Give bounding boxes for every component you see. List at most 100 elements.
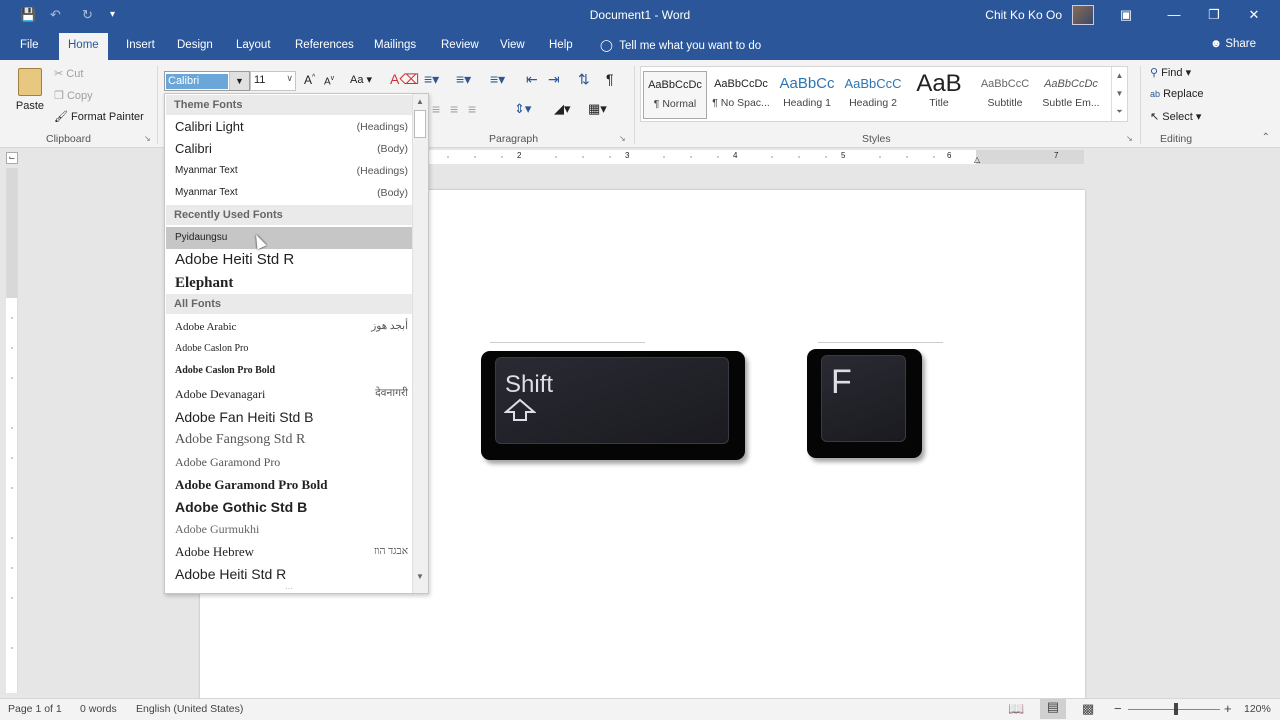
font-option-adobe-devanagari[interactable]: Adobe Devanagari देवनागरी xyxy=(166,383,412,405)
tab-selector-icon[interactable]: ⌙ xyxy=(6,152,18,164)
print-layout-icon[interactable]: ▤ xyxy=(1040,699,1066,719)
paste-button[interactable]: Paste xyxy=(14,66,46,126)
font-size-box[interactable]: 11 ∨ xyxy=(250,71,296,91)
font-option-adobe-gurmukhi[interactable]: Adobe Gurmukhi xyxy=(166,518,412,540)
scroll-down-icon[interactable]: ▼ xyxy=(414,571,426,583)
ribbon-display-icon[interactable]: ▣ xyxy=(1112,4,1140,26)
font-option-adobe-garamond-pro-bold[interactable]: Adobe Garamond Pro Bold xyxy=(166,474,412,496)
restore-icon[interactable]: ❐ xyxy=(1200,4,1228,26)
numbering-icon[interactable]: ≡▾ xyxy=(456,71,471,88)
grow-font-button[interactable]: A^ xyxy=(304,73,315,87)
user-name[interactable]: Chit Ko Ko Oo xyxy=(985,8,1062,22)
font-name-box[interactable]: Calibri ▼ xyxy=(164,71,250,91)
style-normal[interactable]: AaBbCcDc ¶ Normal xyxy=(643,71,707,119)
vertical-ruler[interactable] xyxy=(6,168,18,693)
font-option-adobe-hebrew[interactable]: Adobe Hebrew אבגד הוז xyxy=(166,541,412,563)
replace-button[interactable]: ab Replace xyxy=(1150,88,1203,100)
cut-button[interactable]: ✂ Cut xyxy=(54,67,83,80)
paragraph-launcher-icon[interactable]: ↘ xyxy=(619,134,626,143)
copy-button[interactable]: ❐ Copy xyxy=(54,89,93,102)
borders-icon[interactable]: ▦▾ xyxy=(588,101,607,117)
font-option-adobe-gothic[interactable]: Adobe Gothic Std B xyxy=(166,496,412,518)
pilcrow-icon[interactable]: ¶ xyxy=(606,71,614,87)
zoom-slider-thumb[interactable] xyxy=(1174,703,1178,715)
font-option-pyidaungsu[interactable]: Pyidaungsu xyxy=(166,227,412,249)
font-size-input[interactable]: 11 xyxy=(254,74,265,86)
tab-mailings[interactable]: Mailings xyxy=(374,39,416,51)
change-case-button[interactable]: Aa ▾ xyxy=(350,73,372,86)
format-painter-button[interactable]: 🖌 Format Painter xyxy=(54,110,144,123)
tab-help[interactable]: Help xyxy=(549,39,573,51)
line-spacing-icon[interactable]: ⇕▾ xyxy=(514,101,531,117)
avatar[interactable] xyxy=(1072,5,1094,25)
font-option-adobe-heiti-recent[interactable]: Adobe Heiti Std R xyxy=(166,249,412,271)
share-button[interactable]: ☻ Share xyxy=(1210,38,1256,50)
tab-references[interactable]: References xyxy=(295,39,354,51)
font-option-adobe-caslon-pro[interactable]: Adobe Caslon Pro xyxy=(166,338,412,360)
page-count[interactable]: Page 1 of 1 xyxy=(8,703,62,715)
tell-me-search[interactable]: ◯ Tell me what you want to do xyxy=(600,38,761,52)
styles-launcher-icon[interactable]: ↘ xyxy=(1126,134,1133,143)
font-option-adobe-garamond-pro[interactable]: Adobe Garamond Pro xyxy=(166,451,412,473)
minimize-icon[interactable]: — xyxy=(1160,4,1188,26)
style-no-spacing[interactable]: AaBbCcDc ¶ No Spac... xyxy=(709,71,773,119)
tab-home[interactable]: Home xyxy=(59,33,108,60)
align-center-icon[interactable]: ≡ xyxy=(432,101,440,117)
font-option-myanmar-text-headings[interactable]: Myanmar Text (Headings) xyxy=(166,160,412,182)
tab-review[interactable]: Review xyxy=(441,39,479,51)
dropdown-scrollbar[interactable]: ▲ ▼ xyxy=(412,94,428,593)
align-right-icon[interactable]: ≡ xyxy=(450,101,458,117)
tab-view[interactable]: View xyxy=(500,39,525,51)
status-bar: Page 1 of 1 0 words English (United Stat… xyxy=(0,698,1280,720)
font-option-adobe-fangsong[interactable]: Adobe Fangsong Std R xyxy=(166,429,412,451)
sort-icon[interactable]: ⇅ xyxy=(578,71,590,88)
style-title[interactable]: AaB Title xyxy=(907,71,971,119)
tab-insert[interactable]: Insert xyxy=(126,39,155,51)
bullets-icon[interactable]: ≡▾ xyxy=(424,71,439,88)
scroll-up-icon[interactable]: ▲ xyxy=(414,96,426,108)
font-option-calibri-light[interactable]: Calibri Light (Headings) xyxy=(166,116,412,138)
collapse-ribbon-icon[interactable]: ⌃ xyxy=(1262,132,1270,143)
chevron-down-icon[interactable]: ▼ xyxy=(229,72,249,90)
increase-indent-icon[interactable]: ⇥ xyxy=(548,71,560,88)
style-heading-2[interactable]: AaBbCcC Heading 2 xyxy=(841,71,905,119)
select-button[interactable]: ↖ Select ▾ xyxy=(1150,110,1201,123)
font-name-input[interactable]: Calibri xyxy=(166,74,228,89)
close-icon[interactable]: ✕ xyxy=(1240,4,1268,26)
find-button[interactable]: ⚲ Find ▾ xyxy=(1150,66,1191,79)
zoom-level[interactable]: 120% xyxy=(1244,703,1271,715)
font-option-myanmar-text-body[interactable]: Myanmar Text (Body) xyxy=(166,182,412,204)
clipboard-launcher-icon[interactable]: ↘ xyxy=(144,134,151,143)
indent-marker-icon[interactable]: △ xyxy=(974,155,980,164)
decrease-indent-icon[interactable]: ⇤ xyxy=(526,71,538,88)
chevron-down-icon[interactable]: ∨ xyxy=(286,73,293,84)
gallery-scroll[interactable]: ▲ ▼ ⏷ xyxy=(1111,67,1127,121)
clear-formatting-icon[interactable]: A⌫ xyxy=(390,71,419,88)
zoom-out-icon[interactable]: − xyxy=(1114,701,1122,716)
font-option-adobe-caslon-pro-bold[interactable]: Adobe Caslon Pro Bold xyxy=(166,360,412,382)
font-option-adobe-heiti-std-r[interactable]: Adobe Heiti Std R xyxy=(166,563,412,585)
style-subtle-emphasis[interactable]: AaBbCcDc Subtle Em... xyxy=(1039,71,1103,119)
shading-icon[interactable]: ◢▾ xyxy=(554,101,571,117)
font-option-adobe-arabic[interactable]: Adobe Arabic أبجد هوز xyxy=(166,316,412,338)
style-heading-1[interactable]: AaBbCc Heading 1 xyxy=(775,71,839,119)
horizontal-ruler[interactable]: 2 3 4 5 6 7 △ xyxy=(428,150,1084,164)
resize-grip-icon[interactable]: ⋯ xyxy=(285,584,293,593)
web-layout-icon[interactable]: ▩ xyxy=(1082,701,1094,717)
font-option-adobe-fan-heiti[interactable]: Adobe Fan Heiti Std B xyxy=(166,406,412,428)
style-subtitle[interactable]: AaBbCcC Subtitle xyxy=(973,71,1037,119)
zoom-in-icon[interactable]: + xyxy=(1224,701,1232,716)
font-option-elephant[interactable]: Elephant xyxy=(166,272,412,294)
tab-file[interactable]: File xyxy=(20,39,39,51)
tab-design[interactable]: Design xyxy=(177,39,213,51)
shrink-font-button[interactable]: Av xyxy=(324,75,334,87)
font-option-calibri[interactable]: Calibri (Body) xyxy=(166,138,412,160)
multilevel-list-icon[interactable]: ≡▾ xyxy=(490,71,505,88)
word-count[interactable]: 0 words xyxy=(80,703,117,715)
shrink-font-label: A xyxy=(324,76,331,88)
scroll-thumb[interactable] xyxy=(414,110,426,138)
language-indicator[interactable]: English (United States) xyxy=(136,703,243,715)
tab-layout[interactable]: Layout xyxy=(236,39,271,51)
justify-icon[interactable]: ≡ xyxy=(468,101,476,117)
read-mode-icon[interactable]: 📖 xyxy=(1008,701,1024,717)
